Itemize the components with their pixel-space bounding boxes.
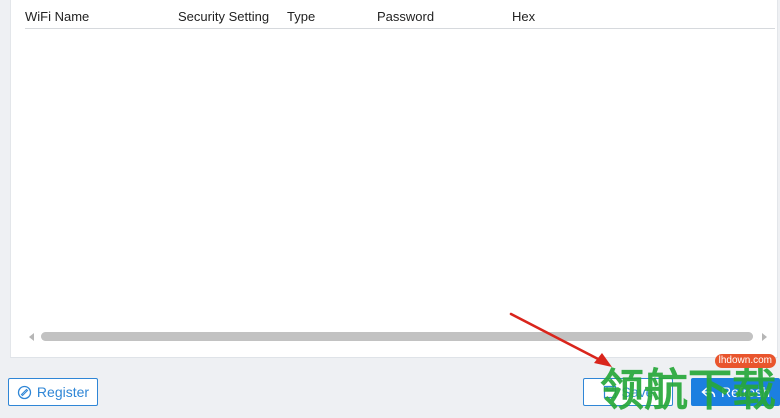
table-header: WiFi Name Security Setting Type Password… xyxy=(25,0,775,29)
register-button-label: Register xyxy=(36,384,90,400)
column-header-security-setting[interactable]: Security Setting xyxy=(178,9,269,24)
register-icon xyxy=(17,385,32,400)
scroll-right-arrow-icon[interactable] xyxy=(762,333,767,341)
scrollbar-thumb[interactable] xyxy=(41,332,753,341)
scroll-left-arrow-icon[interactable] xyxy=(29,333,34,341)
refresh-icon xyxy=(701,386,716,399)
column-header-type[interactable]: Type xyxy=(287,9,315,24)
wifi-list-panel: WiFi Name Security Setting Type Password… xyxy=(10,0,778,358)
column-header-password[interactable]: Password xyxy=(377,9,434,24)
register-button[interactable]: Register xyxy=(8,378,98,406)
refresh-button-label: Refresh xyxy=(720,384,771,400)
save-icon xyxy=(603,385,617,399)
horizontal-scrollbar[interactable] xyxy=(29,330,767,344)
save-button[interactable]: Save xyxy=(583,378,673,406)
scrollbar-track[interactable] xyxy=(41,332,753,341)
column-header-wifi-name[interactable]: WiFi Name xyxy=(25,9,89,24)
table-body xyxy=(25,30,775,326)
column-header-hex[interactable]: Hex xyxy=(512,9,535,24)
refresh-button[interactable]: Refresh xyxy=(691,378,780,406)
save-button-label: Save xyxy=(621,384,654,400)
